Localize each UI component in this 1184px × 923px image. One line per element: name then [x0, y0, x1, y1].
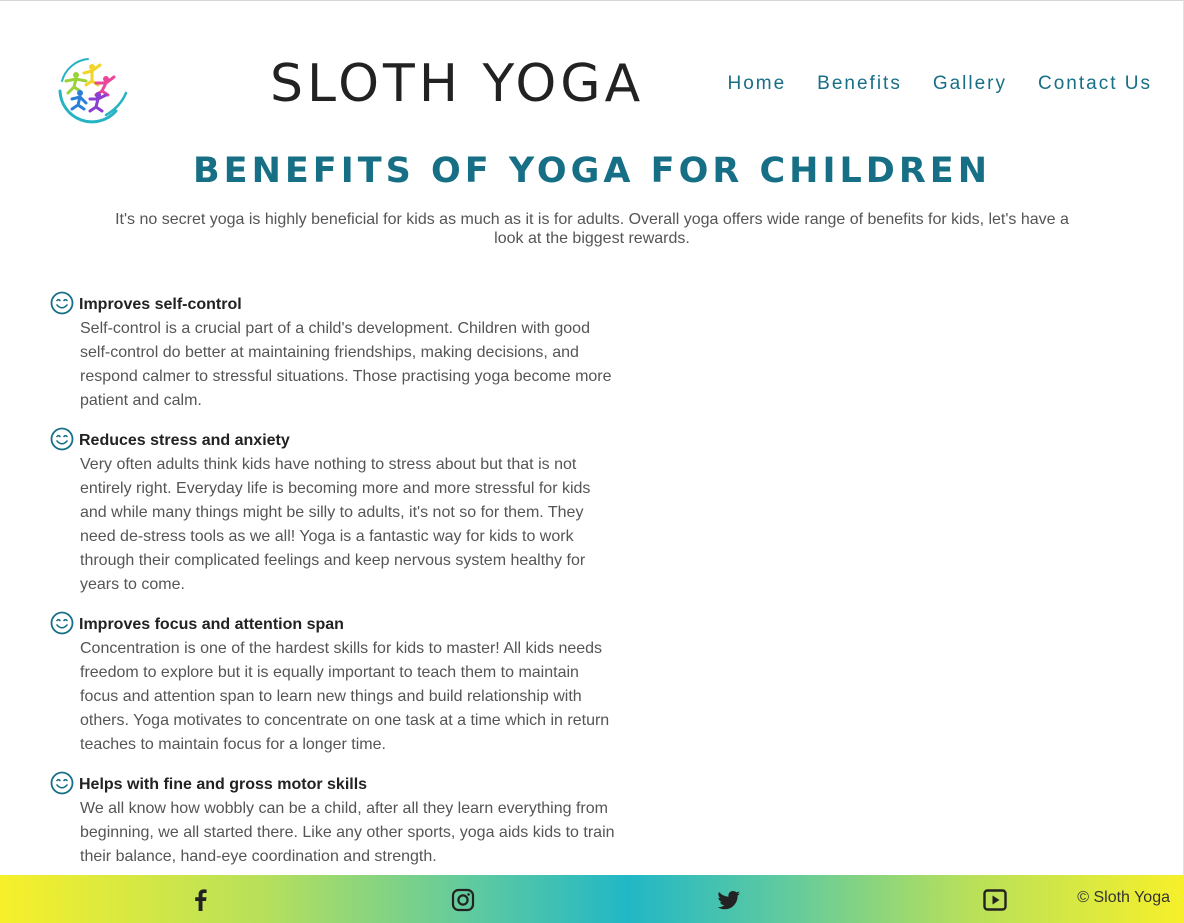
benefit-text: Concentration is one of the hardest skil… — [80, 640, 610, 753]
benefit-heading: Helps with fine and gross motor skills — [50, 769, 620, 797]
nav-benefits[interactable]: Benefits — [817, 72, 902, 96]
benefit-item: Reduces stress and anxiety Very often ad… — [50, 425, 620, 597]
site-header: SLOTH YOGA Home Benefits Gallery Contact… — [0, 0, 1184, 140]
smile-icon — [50, 291, 74, 315]
twitter-icon[interactable] — [716, 887, 742, 913]
site-brand: SLOTH YOGA — [270, 54, 645, 114]
benefit-item: Helps with fine and gross motor skills W… — [50, 769, 620, 869]
smile-icon — [50, 771, 74, 795]
benefit-text: Very often adults think kids have nothin… — [80, 456, 591, 593]
benefit-text: We all know how wobbly can be a child, a… — [80, 800, 615, 865]
smile-icon — [50, 427, 74, 451]
page-title: BENEFITS OF YOGA FOR CHILDREN — [193, 151, 991, 191]
benefits-list: Improves self-control Self-control is a … — [50, 289, 620, 881]
benefit-title: Improves focus and attention span — [79, 616, 344, 633]
nav-home[interactable]: Home — [727, 72, 786, 96]
benefit-heading: Improves focus and attention span — [50, 609, 620, 637]
benefit-title: Reduces stress and anxiety — [79, 432, 290, 449]
youtube-icon[interactable] — [982, 887, 1008, 913]
benefit-title: Improves self-control — [79, 296, 242, 313]
copyright-text: © Sloth Yoga — [1077, 889, 1170, 906]
intro-text: It's no secret yoga is highly beneficial… — [115, 211, 1069, 247]
instagram-icon[interactable] — [450, 887, 476, 913]
main-nav: Home Benefits Gallery Contact Us — [727, 72, 1152, 96]
benefit-item: Improves focus and attention span Concen… — [50, 609, 620, 757]
benefit-heading: Improves self-control — [50, 289, 620, 317]
benefit-item: Improves self-control Self-control is a … — [50, 289, 620, 413]
nav-gallery[interactable]: Gallery — [933, 72, 1007, 96]
benefit-text: Self-control is a crucial part of a chil… — [80, 320, 612, 409]
nav-contact-us[interactable]: Contact Us — [1038, 72, 1152, 96]
benefit-heading: Reduces stress and anxiety — [50, 425, 620, 453]
site-footer: © Sloth Yoga — [0, 875, 1184, 923]
benefit-title: Helps with fine and gross motor skills — [79, 776, 368, 793]
facebook-icon[interactable] — [188, 887, 214, 913]
smile-icon — [50, 611, 74, 635]
logo-icon[interactable] — [50, 53, 130, 129]
